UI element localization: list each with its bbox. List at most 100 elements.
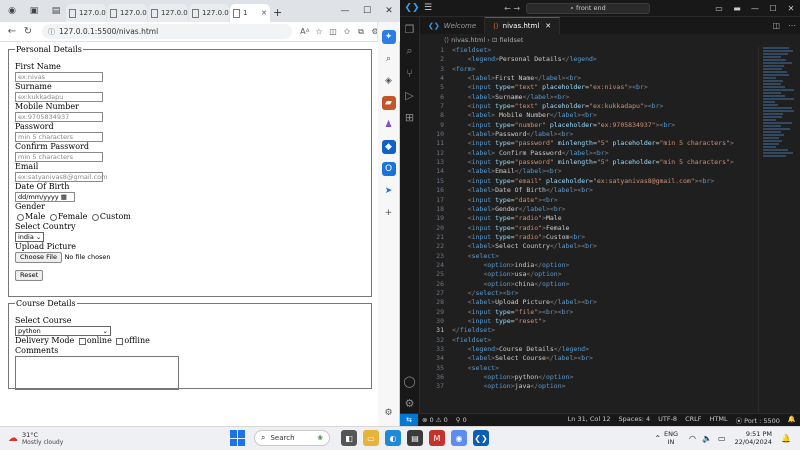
code-line[interactable]: 2 <legend>Personal Details</legend> [420, 55, 760, 64]
problems-status[interactable]: ⊗ 0 ⚠ 0 [422, 416, 448, 424]
volume-icon[interactable]: 🔈 [702, 434, 712, 443]
dob-input[interactable]: dd/mm/yyyy ▦ [15, 192, 75, 202]
checkbox-online[interactable] [79, 338, 86, 345]
remote-icon[interactable]: ⇆ [400, 414, 418, 427]
code-line[interactable]: 25 <option>usa</option> [420, 270, 760, 279]
email-input[interactable]: ex:satyanivas8@gmail.com [15, 172, 103, 182]
forward-icon[interactable]: → [513, 4, 520, 13]
close-tab-icon[interactable]: ✕ [261, 9, 267, 17]
search-icon[interactable]: ⌕ [382, 52, 396, 66]
wifi-icon[interactable]: ◠ [689, 434, 696, 443]
split-editor-icon[interactable]: ◫ [772, 21, 780, 30]
tag-icon[interactable]: ◈ [382, 74, 396, 88]
cursor-position[interactable]: Ln 31, Col 12 [568, 415, 611, 425]
code-line[interactable]: 16 <label>Date Of Birth</label><br> [420, 186, 760, 195]
code-line[interactable]: 17 <input type="date"><br> [420, 196, 760, 205]
language-indicator[interactable]: ENG IN [664, 430, 678, 446]
live-server-status[interactable]: ⦿ Port : 5500 [736, 415, 780, 425]
task-view-icon[interactable]: ◧ [341, 430, 357, 446]
code-line[interactable]: 34 <label>Select Course</label><br> [420, 354, 760, 363]
browser-tab-active[interactable]: 1 ✕ [230, 4, 270, 22]
code-line[interactable]: 9 <input type="number" placeholder="ex:9… [420, 121, 760, 130]
run-debug-icon[interactable]: ▷ [400, 85, 420, 105]
more-actions-icon[interactable]: ⋯ [788, 21, 796, 30]
code-line[interactable]: 6 <label>Surname</label><br> [420, 93, 760, 102]
add-icon[interactable]: + [382, 206, 396, 220]
refresh-icon[interactable]: ↻ [20, 26, 36, 37]
code-line[interactable]: 28 <label>Upload Picture</label><br> [420, 298, 760, 307]
file-explorer-icon[interactable]: ▭ [363, 430, 379, 446]
code-line[interactable]: 30 <input type="reset"> [420, 317, 760, 326]
code-line[interactable]: 26 <option>china</option> [420, 280, 760, 289]
minimize-icon[interactable]: — [334, 6, 356, 16]
code-line[interactable]: 11 <input type="password" minlength="5" … [420, 139, 760, 148]
mobile-input[interactable]: ex:9705834937 [15, 112, 103, 122]
games-icon[interactable]: ♟ [382, 118, 396, 132]
password-input[interactable]: min 5 characters [15, 132, 103, 142]
battery-icon[interactable]: ▭ [718, 434, 726, 443]
notification-bell-icon[interactable]: 🔔 [781, 434, 791, 443]
code-line[interactable]: 33 <legend>Course Details</legend> [420, 345, 760, 354]
close-icon[interactable]: ✕ [782, 4, 800, 13]
favorites-icon[interactable]: ✩ [340, 27, 354, 36]
weather-widget[interactable]: ☁ 31°C Mostly cloudy [8, 431, 88, 446]
code-line[interactable]: 35 <select> [420, 364, 760, 373]
settings-icon[interactable]: ⚙ [382, 406, 396, 420]
url-input[interactable]: ⓘ 127.0.0.1:5500/nivas.html [42, 24, 292, 39]
first-name-input[interactable]: ex:nivas [15, 72, 103, 82]
browser-tab[interactable]: 127.0.0✕ [148, 4, 188, 22]
code-line[interactable]: 5 <input type="text" placeholder="ex:niv… [420, 83, 760, 92]
comments-textarea[interactable] [15, 356, 179, 390]
code-line[interactable]: 36 <option>python</option> [420, 373, 760, 382]
language-mode[interactable]: HTML [709, 415, 727, 425]
code-line[interactable]: 12 <label> Confirm Password</label><br> [420, 149, 760, 158]
radio-custom[interactable] [92, 214, 99, 221]
encoding[interactable]: UTF-8 [658, 415, 677, 425]
close-icon[interactable]: ✕ [378, 6, 400, 16]
code-line[interactable]: 24 <option>india</option> [420, 261, 760, 270]
calendar-icon[interactable]: ▦ [61, 193, 67, 201]
code-line[interactable]: 37 <option>java</option> [420, 382, 760, 391]
code-line[interactable]: 31 </fieldset> [420, 326, 760, 335]
code-line[interactable]: 10 <label>Password</label><br> [420, 130, 760, 139]
surname-input[interactable]: ex:kukkadapu [15, 92, 103, 102]
chevron-up-icon[interactable]: ⌃ [654, 434, 661, 443]
browser-tab[interactable]: 127.0.0✕ [66, 4, 106, 22]
reset-button[interactable]: Reset [15, 270, 43, 281]
gmail-icon[interactable]: M [429, 430, 445, 446]
minimize-icon[interactable]: — [746, 4, 764, 13]
workspaces-icon[interactable]: ▣ [26, 3, 42, 19]
code-line[interactable]: 32 <fieldset> [420, 336, 760, 345]
maximize-icon[interactable]: ☐ [764, 4, 782, 13]
read-aloud-icon[interactable]: Aᐞ [298, 27, 312, 36]
site-info-icon[interactable]: ⓘ [48, 27, 55, 37]
code-line[interactable]: 20 <input type="radio">Female [420, 224, 760, 233]
telegram-icon[interactable]: ➤ [382, 184, 396, 198]
code-line[interactable]: 4 <label>First Name</label><br> [420, 74, 760, 83]
layout-icon[interactable]: ▭ [710, 4, 728, 13]
code-line[interactable]: 22 <label>Select Country</label><br> [420, 242, 760, 251]
code-line[interactable]: 27 </select><br> [420, 289, 760, 298]
breadcrumb-symbol[interactable]: fieldset [499, 36, 523, 44]
code-editor[interactable]: 1 <fieldset> 2 <legend>Personal Details</l… [420, 46, 760, 413]
code-line[interactable]: 21 <input type="radio">Custom<br> [420, 233, 760, 242]
split-screen-icon[interactable]: ◫ [326, 27, 340, 36]
indentation[interactable]: Spaces: 4 [619, 415, 651, 425]
country-select[interactable]: india ⌄ [15, 232, 44, 242]
browser-tab[interactable]: 127.0.0✕ [189, 4, 229, 22]
start-button[interactable] [230, 430, 246, 446]
command-center-search[interactable]: ⌕ front end [526, 3, 650, 14]
tab-actions-icon[interactable]: ▤ [48, 3, 64, 19]
clock[interactable]: 9:51 PM 22/04/2024 [735, 430, 772, 446]
checkbox-offline[interactable] [116, 338, 123, 345]
code-line[interactable]: 29 <input type="file"><br><br> [420, 308, 760, 317]
code-line[interactable]: 13 <input type="password" minlength="5" … [420, 158, 760, 167]
back-icon[interactable]: ← [4, 26, 20, 37]
info-status[interactable]: ⚲ 0 [456, 416, 467, 424]
search-icon[interactable]: ⌕ [400, 41, 420, 61]
collections-icon[interactable]: ⧉ [354, 27, 368, 37]
manage-gear-icon[interactable]: ⚙ [400, 393, 420, 413]
code-line[interactable]: 1 <fieldset> [420, 46, 760, 55]
minimap[interactable] [758, 46, 800, 413]
account-icon[interactable]: ◯ [400, 371, 420, 391]
